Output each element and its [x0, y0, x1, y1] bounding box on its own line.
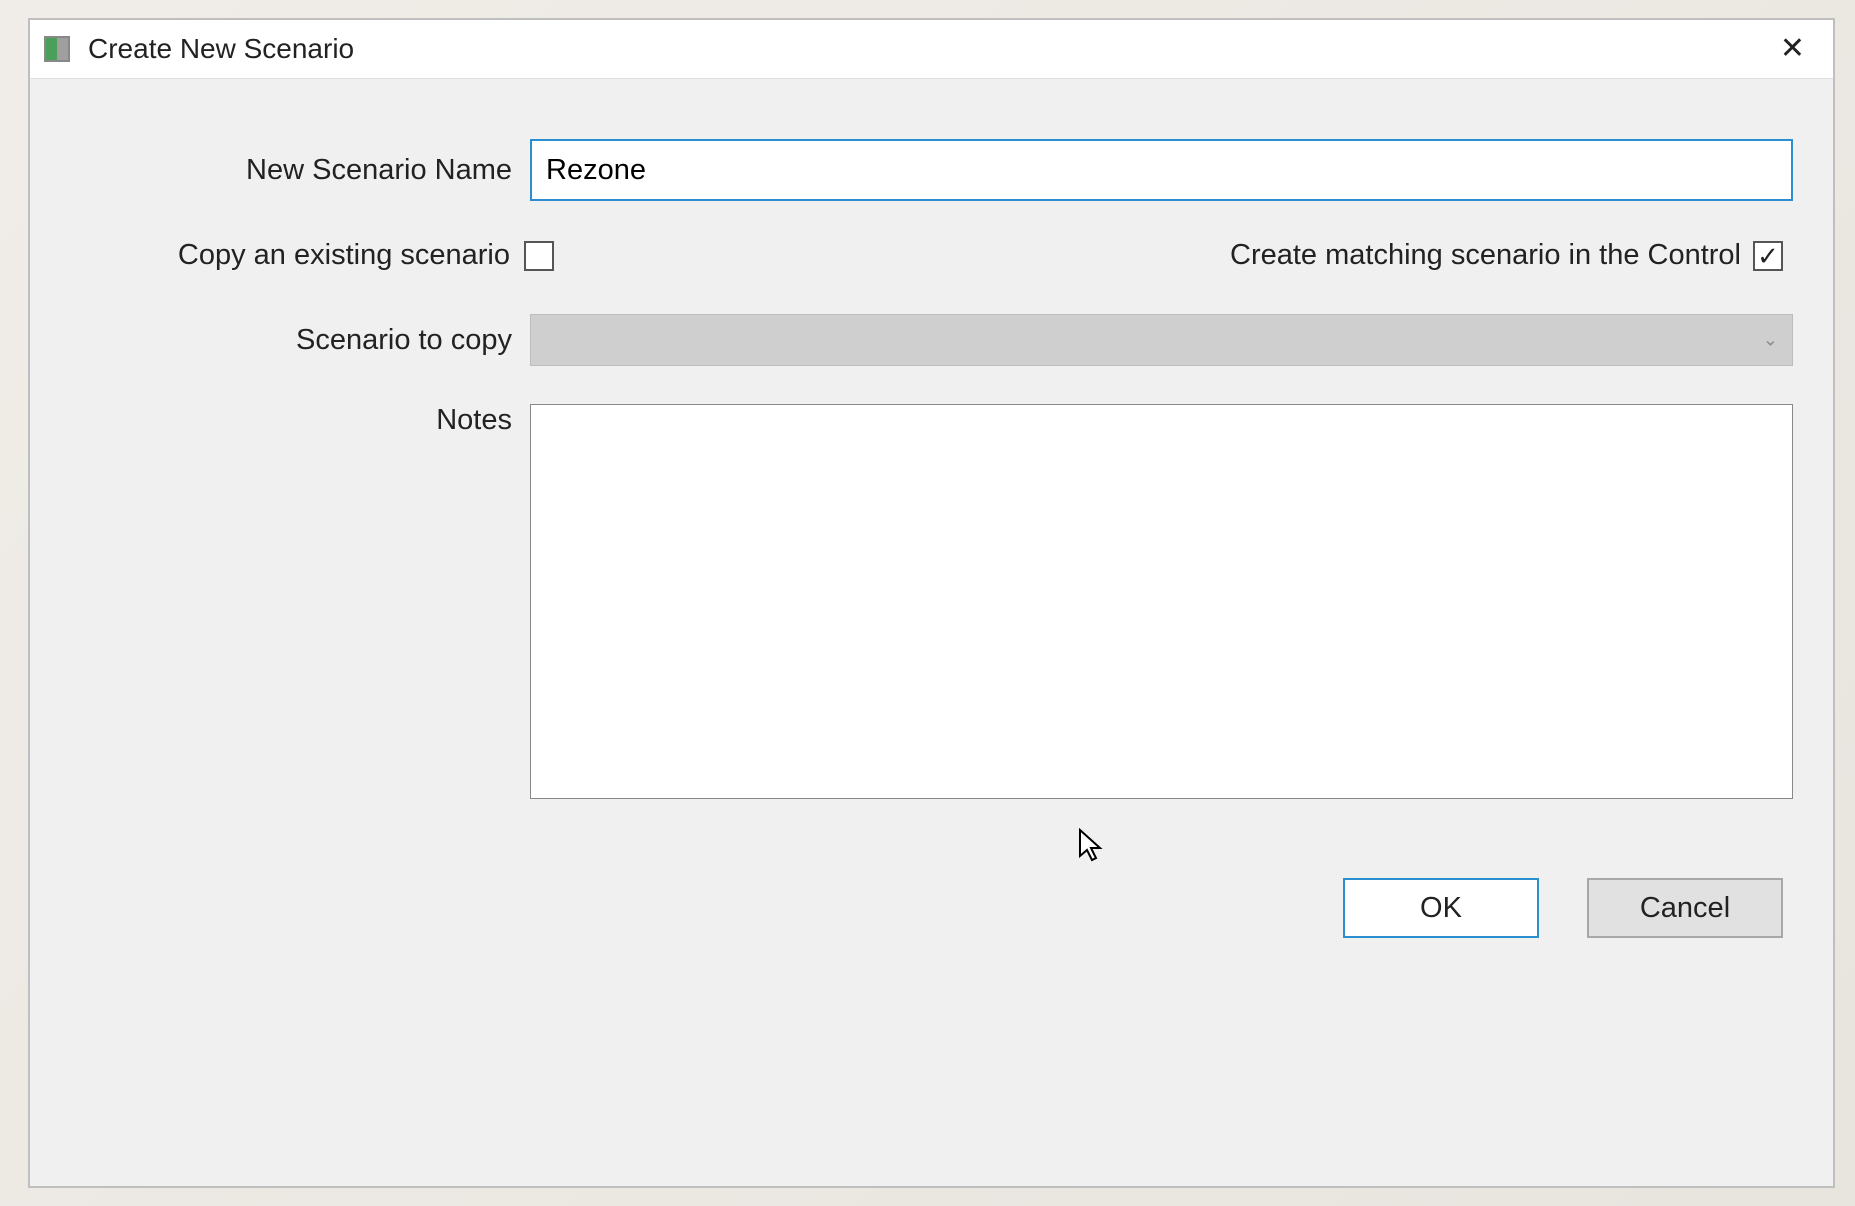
new-scenario-name-label: New Scenario Name — [70, 154, 530, 187]
ok-button[interactable]: OK — [1343, 878, 1539, 938]
copy-existing-group: Copy an existing scenario — [70, 239, 554, 272]
new-scenario-name-row: New Scenario Name — [70, 139, 1793, 201]
checkmark-icon: ✓ — [1757, 243, 1779, 269]
dialog-content: New Scenario Name Copy an existing scena… — [30, 79, 1833, 1186]
notes-row: Notes — [70, 404, 1793, 804]
dialog-button-row: OK Cancel — [70, 878, 1793, 938]
create-matching-label: Create matching scenario in the Control — [1230, 239, 1741, 272]
close-icon: ✕ — [1780, 32, 1805, 65]
notes-label: Notes — [70, 404, 530, 437]
notes-textarea[interactable] — [530, 404, 1793, 799]
cancel-button[interactable]: Cancel — [1587, 878, 1783, 938]
checkbox-row: Copy an existing scenario Create matchin… — [70, 239, 1793, 272]
close-button[interactable]: ✕ — [1766, 30, 1819, 68]
dialog-titlebar: Create New Scenario ✕ — [30, 20, 1833, 79]
copy-existing-checkbox[interactable] — [524, 241, 554, 271]
create-matching-group: Create matching scenario in the Control … — [1230, 239, 1793, 272]
dialog-title: Create New Scenario — [88, 33, 1766, 65]
copy-existing-label: Copy an existing scenario — [70, 239, 510, 272]
chevron-down-icon: ⌄ — [1763, 330, 1778, 351]
scenario-to-copy-label: Scenario to copy — [70, 324, 530, 357]
app-icon — [44, 36, 70, 62]
scenario-to-copy-select: ⌄ — [530, 314, 1793, 366]
create-matching-checkbox[interactable]: ✓ — [1753, 241, 1783, 271]
create-new-scenario-dialog: Create New Scenario ✕ New Scenario Name … — [28, 18, 1835, 1188]
scenario-to-copy-row: Scenario to copy ⌄ — [70, 314, 1793, 366]
new-scenario-name-input[interactable] — [530, 139, 1793, 201]
